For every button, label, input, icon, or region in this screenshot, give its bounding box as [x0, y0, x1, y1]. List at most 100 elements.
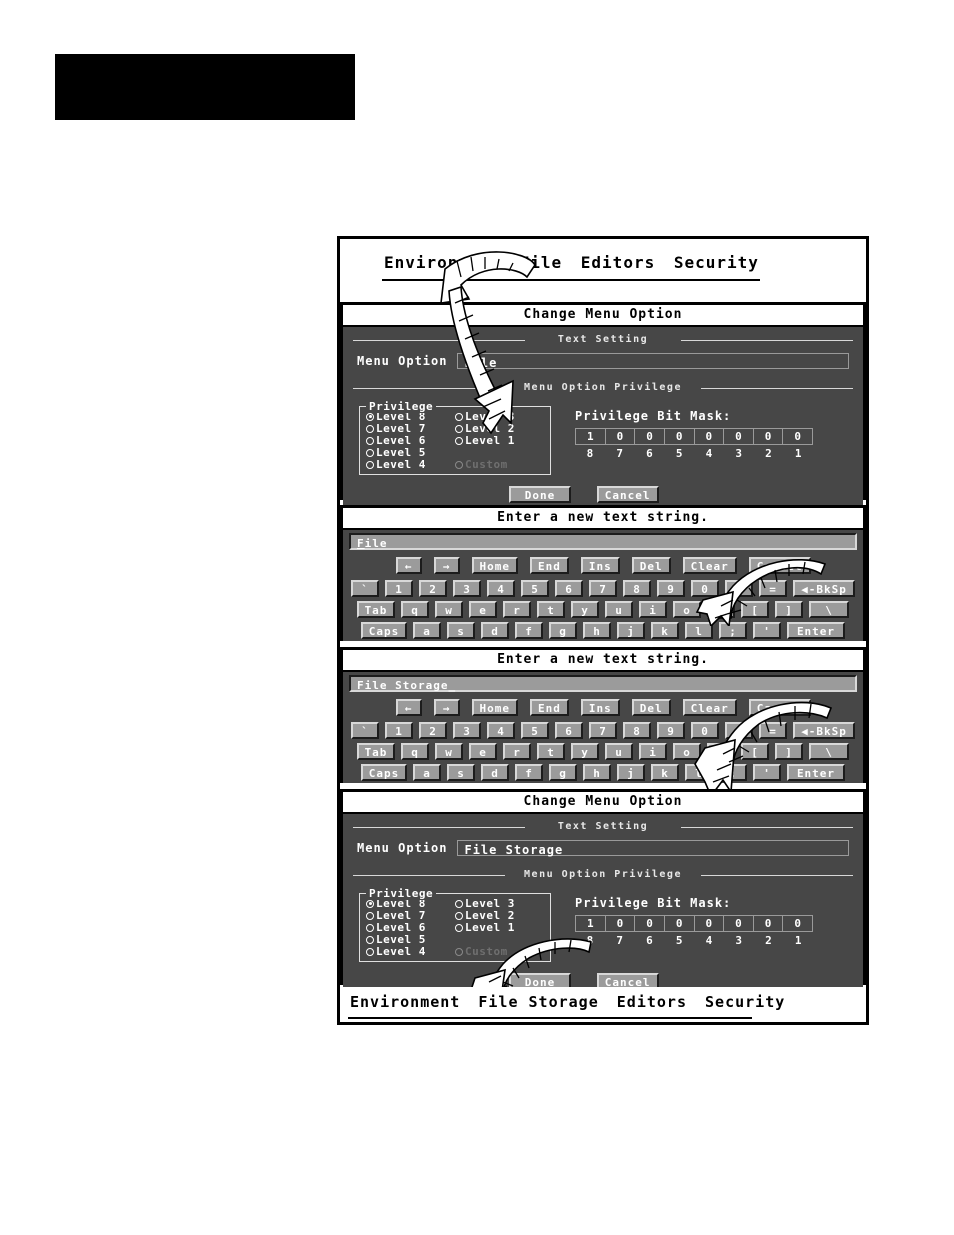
key-w[interactable]: w [435, 743, 463, 760]
key-2[interactable]: 2 [419, 580, 447, 597]
home-button[interactable]: Home [471, 699, 518, 716]
key-o[interactable]: o [673, 601, 701, 618]
key-s[interactable]: s [447, 622, 475, 639]
clear-button[interactable]: Clear [682, 557, 737, 574]
radio-level-6[interactable]: Level 6 [366, 434, 455, 447]
key-BkSp[interactable]: ◀-BkSp [793, 722, 855, 739]
key-q[interactable]: q [401, 601, 429, 618]
key-k[interactable]: k [651, 622, 679, 639]
clear-button[interactable]: Clear [682, 699, 737, 716]
key-r[interactable]: r [503, 743, 531, 760]
key-e[interactable]: e [469, 743, 497, 760]
key-[interactable]: \ [809, 743, 849, 760]
dialog2-text-input[interactable]: File [349, 533, 857, 550]
key-e[interactable]: e [469, 601, 497, 618]
key-9[interactable]: 9 [657, 722, 685, 739]
end-button[interactable]: End [530, 557, 569, 574]
key-4[interactable]: 4 [487, 722, 515, 739]
menu-item-file[interactable]: File [516, 253, 567, 272]
cancel-button[interactable]: Cancel [748, 699, 811, 716]
key-[interactable]: \ [809, 601, 849, 618]
key-5[interactable]: 5 [521, 722, 549, 739]
key-h[interactable]: h [583, 764, 611, 781]
radio-custom[interactable]: Custom [455, 945, 544, 958]
end-button[interactable]: End [530, 699, 569, 716]
radio-icon[interactable] [366, 911, 374, 920]
key-a[interactable]: a [413, 622, 441, 639]
top-menubar[interactable]: Environment File Editors Security [380, 253, 848, 272]
key-g[interactable]: g [549, 764, 577, 781]
key-3[interactable]: 3 [453, 580, 481, 597]
radio-icon[interactable] [455, 899, 463, 908]
ins-button[interactable]: Ins [580, 557, 620, 574]
key-q[interactable]: q [401, 743, 429, 760]
key-l[interactable]: l [685, 764, 713, 781]
key-h[interactable]: h [583, 622, 611, 639]
key-i[interactable]: i [639, 743, 667, 760]
key-[interactable]: ' [753, 764, 781, 781]
radio-level-3[interactable]: Level 3 [455, 410, 544, 423]
radio-icon[interactable] [455, 412, 463, 421]
bottom-menubar[interactable]: Environment File Storage Editors Securit… [346, 993, 848, 1011]
key-f[interactable]: f [515, 622, 543, 639]
right-arrow-button[interactable]: → [433, 699, 460, 716]
radio-icon[interactable] [366, 947, 374, 956]
menu-item-environment[interactable]: Environment [380, 253, 505, 272]
key-Caps[interactable]: Caps [361, 764, 407, 781]
dialog1-done-button[interactable]: Done [509, 486, 571, 503]
home-button[interactable]: Home [471, 557, 518, 574]
key-s[interactable]: s [447, 764, 475, 781]
radio-level-5[interactable]: Level 5 [366, 933, 455, 946]
del-button[interactable]: Del [631, 557, 671, 574]
key-8[interactable]: 8 [623, 580, 651, 597]
key-u[interactable]: u [605, 743, 633, 760]
key-4[interactable]: 4 [487, 580, 515, 597]
key-k[interactable]: k [651, 764, 679, 781]
radio-level-1[interactable]: Level 1 [455, 921, 544, 934]
radio-icon[interactable] [366, 412, 374, 421]
radio-icon[interactable] [455, 923, 463, 932]
left-arrow-button[interactable]: ← [395, 557, 422, 574]
radio-level-4[interactable]: Level 4 [366, 458, 455, 471]
menu-item-file-storage-bottom[interactable]: File Storage [474, 993, 602, 1011]
key-5[interactable]: 5 [521, 580, 549, 597]
key-Enter[interactable]: Enter [787, 622, 845, 639]
menu-item-editors[interactable]: Editors [577, 253, 659, 272]
key-i[interactable]: i [639, 601, 667, 618]
key-t[interactable]: t [537, 601, 565, 618]
radio-icon[interactable] [455, 911, 463, 920]
key-[interactable]: ` [351, 722, 379, 739]
key-[interactable]: = [759, 722, 787, 739]
dialog4-menu-option-input[interactable]: File Storage [457, 840, 849, 857]
menu-item-environment-bottom[interactable]: Environment [346, 993, 464, 1011]
key-o[interactable]: o [673, 743, 701, 760]
key-Caps[interactable]: Caps [361, 622, 407, 639]
key-g[interactable]: g [549, 622, 577, 639]
radio-level-7[interactable]: Level 7 [366, 422, 455, 435]
key-3[interactable]: 3 [453, 722, 481, 739]
key-w[interactable]: w [435, 601, 463, 618]
key-u[interactable]: u [605, 601, 633, 618]
key-6[interactable]: 6 [555, 580, 583, 597]
key-f[interactable]: f [515, 764, 543, 781]
radio-icon[interactable] [366, 448, 374, 457]
key-y[interactable]: y [571, 601, 599, 618]
radio-icon[interactable] [366, 935, 374, 944]
key-1[interactable]: 1 [385, 722, 413, 739]
key-[interactable]: - [725, 580, 753, 597]
ins-button[interactable]: Ins [580, 699, 620, 716]
key-Tab[interactable]: Tab [357, 601, 395, 618]
key-d[interactable]: d [481, 622, 509, 639]
key-[interactable]: ] [775, 601, 803, 618]
key-[interactable]: ' [753, 622, 781, 639]
key-1[interactable]: 1 [385, 580, 413, 597]
key-0[interactable]: 0 [691, 722, 719, 739]
key-t[interactable]: t [537, 743, 565, 760]
radio-level-2[interactable]: Level 2 [455, 909, 544, 922]
key-6[interactable]: 6 [555, 722, 583, 739]
key-7[interactable]: 7 [589, 722, 617, 739]
key-p[interactable]: p [707, 743, 735, 760]
key-[interactable]: ; [719, 622, 747, 639]
key-8[interactable]: 8 [623, 722, 651, 739]
key-j[interactable]: j [617, 764, 645, 781]
